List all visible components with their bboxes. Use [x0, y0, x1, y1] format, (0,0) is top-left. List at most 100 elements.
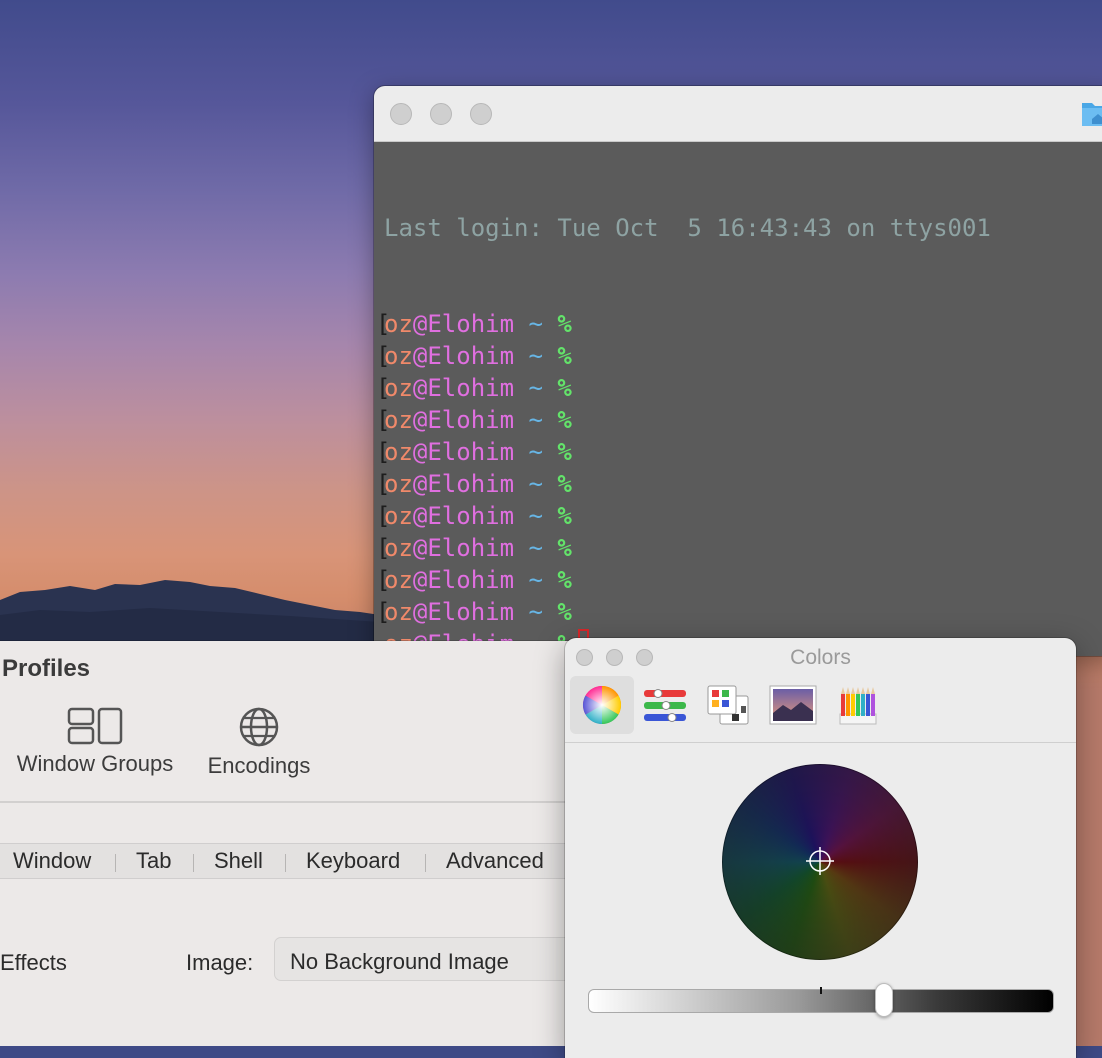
line-mark: [ [376, 470, 391, 498]
prompt-host: Elohim [427, 598, 515, 626]
prompt-symbol: % [557, 598, 572, 626]
prompt-host: Elohim [427, 310, 515, 338]
tab-divider [115, 854, 116, 872]
prompt-line: [oz@Elohim ~ % [376, 436, 1102, 468]
prompt-dir: ~ [528, 470, 543, 498]
minimize-button[interactable] [430, 103, 452, 125]
color-sliders-icon [644, 689, 686, 722]
mountains-silhouette [0, 580, 380, 650]
prompt-symbol: % [557, 534, 572, 562]
prompt-symbol: % [557, 438, 572, 466]
prompt-at: @ [412, 502, 428, 530]
line-mark: [ [376, 502, 391, 530]
tab-shell[interactable]: Shell [214, 848, 263, 874]
prompt-list: [oz@Elohim ~ %[oz@Elohim ~ %[oz@Elohim ~… [376, 308, 1102, 656]
page-title: Profiles [2, 655, 91, 682]
prompt-dir: ~ [528, 406, 543, 434]
effects-label: Effects [0, 950, 67, 975]
crosshair-icon [806, 847, 834, 875]
prompt-at: @ [412, 374, 428, 402]
tab-window[interactable]: Window [13, 848, 91, 874]
terminal-window[interactable]: Last login: Tue Oct 5 16:43:43 on ttys00… [374, 86, 1102, 656]
prompt-at: @ [412, 470, 428, 498]
prompt-dir: ~ [528, 438, 543, 466]
image-palettes-tab[interactable] [761, 676, 825, 734]
tab-keyboard[interactable]: Keyboard [306, 848, 400, 874]
window-groups-label: Window Groups [16, 751, 174, 776]
prompt-host: Elohim [427, 470, 515, 498]
prompt-at: @ [412, 310, 428, 338]
prompt-symbol: % [557, 374, 572, 402]
tab-divider [425, 854, 426, 872]
prompt-at: @ [412, 534, 428, 562]
prompt-line: [oz@Elohim ~ % [376, 404, 1102, 436]
prompt-dir: ~ [528, 566, 543, 594]
background-image-select[interactable]: No Background Image [274, 937, 604, 981]
preferences-window[interactable]: Profiles Window Groups Encodings Window … [0, 641, 604, 1046]
prompt-host: Elohim [427, 438, 515, 466]
brightness-slider-knob[interactable] [875, 983, 893, 1017]
pencils-icon [839, 687, 877, 725]
prompt-host: Elohim [427, 374, 515, 402]
color-sliders-tab[interactable] [633, 676, 697, 734]
prompt-symbol: % [557, 310, 572, 338]
zoom-button[interactable] [470, 103, 492, 125]
prompt-line: [oz@Elohim ~ % [376, 564, 1102, 596]
color-palettes-tab[interactable] [696, 676, 760, 734]
prompt-symbol: % [557, 470, 572, 498]
prompt-dir: ~ [528, 310, 543, 338]
line-mark: [ [376, 438, 391, 466]
prompt-dir: ~ [528, 342, 543, 370]
home-folder-icon [1082, 103, 1102, 126]
prompt-line: [oz@Elohim ~ % [376, 468, 1102, 500]
prompt-at: @ [412, 566, 428, 594]
terminal-titlebar[interactable] [374, 86, 1102, 142]
prompt-at: @ [412, 406, 428, 434]
line-mark: [ [376, 406, 391, 434]
window-groups-icon [67, 707, 123, 745]
prompt-line: [oz@Elohim ~ % [376, 372, 1102, 404]
color-wheel-tab[interactable] [570, 676, 634, 734]
tab-divider [193, 854, 194, 872]
prompt-host: Elohim [427, 534, 515, 562]
prompt-line: [oz@Elohim ~ % [376, 340, 1102, 372]
prompt-dir: ~ [528, 374, 543, 402]
line-mark: [ [376, 534, 391, 562]
prompt-at: @ [412, 438, 428, 466]
terminal-output[interactable]: Last login: Tue Oct 5 16:43:43 on ttys00… [374, 142, 1102, 656]
line-mark: [ [376, 598, 391, 626]
prompt-at: @ [412, 342, 428, 370]
line-mark: [ [376, 342, 391, 370]
line-mark: [ [376, 566, 391, 594]
toolbar-divider [0, 801, 600, 803]
pencils-tab[interactable] [826, 676, 890, 734]
image-palettes-icon [769, 685, 817, 725]
color-wheel-icon [582, 685, 622, 725]
prompt-dir: ~ [528, 598, 543, 626]
last-login-line: Last login: Tue Oct 5 16:43:43 on ttys00… [384, 214, 991, 242]
panel-divider [565, 742, 1076, 743]
close-button[interactable] [390, 103, 412, 125]
prompt-host: Elohim [427, 502, 515, 530]
encodings-button[interactable]: Encodings [204, 707, 314, 779]
prompt-symbol: % [557, 502, 572, 530]
prompt-host: Elohim [427, 342, 515, 370]
prompt-dir: ~ [528, 534, 543, 562]
prompt-line: [oz@Elohim ~ % [376, 500, 1102, 532]
profile-tab-bar: Window Tab Shell Keyboard Advanced [0, 843, 600, 879]
colors-panel[interactable]: Colors [565, 638, 1076, 1058]
prompt-at: @ [412, 598, 428, 626]
line-mark: [ [376, 374, 391, 402]
image-label: Image: [186, 950, 254, 975]
line-mark: [ [376, 310, 391, 338]
prompt-host: Elohim [427, 406, 515, 434]
tab-advanced[interactable]: Advanced [446, 848, 544, 874]
prompt-symbol: % [557, 406, 572, 434]
prompt-line: [oz@Elohim ~ % [376, 532, 1102, 564]
window-groups-button[interactable]: Window Groups [12, 707, 178, 777]
prompt-dir: ~ [528, 502, 543, 530]
globe-icon [239, 707, 279, 747]
encodings-label: Encodings [207, 753, 311, 778]
tab-tab[interactable]: Tab [136, 848, 171, 874]
prompt-line: [oz@Elohim ~ % [376, 596, 1102, 628]
